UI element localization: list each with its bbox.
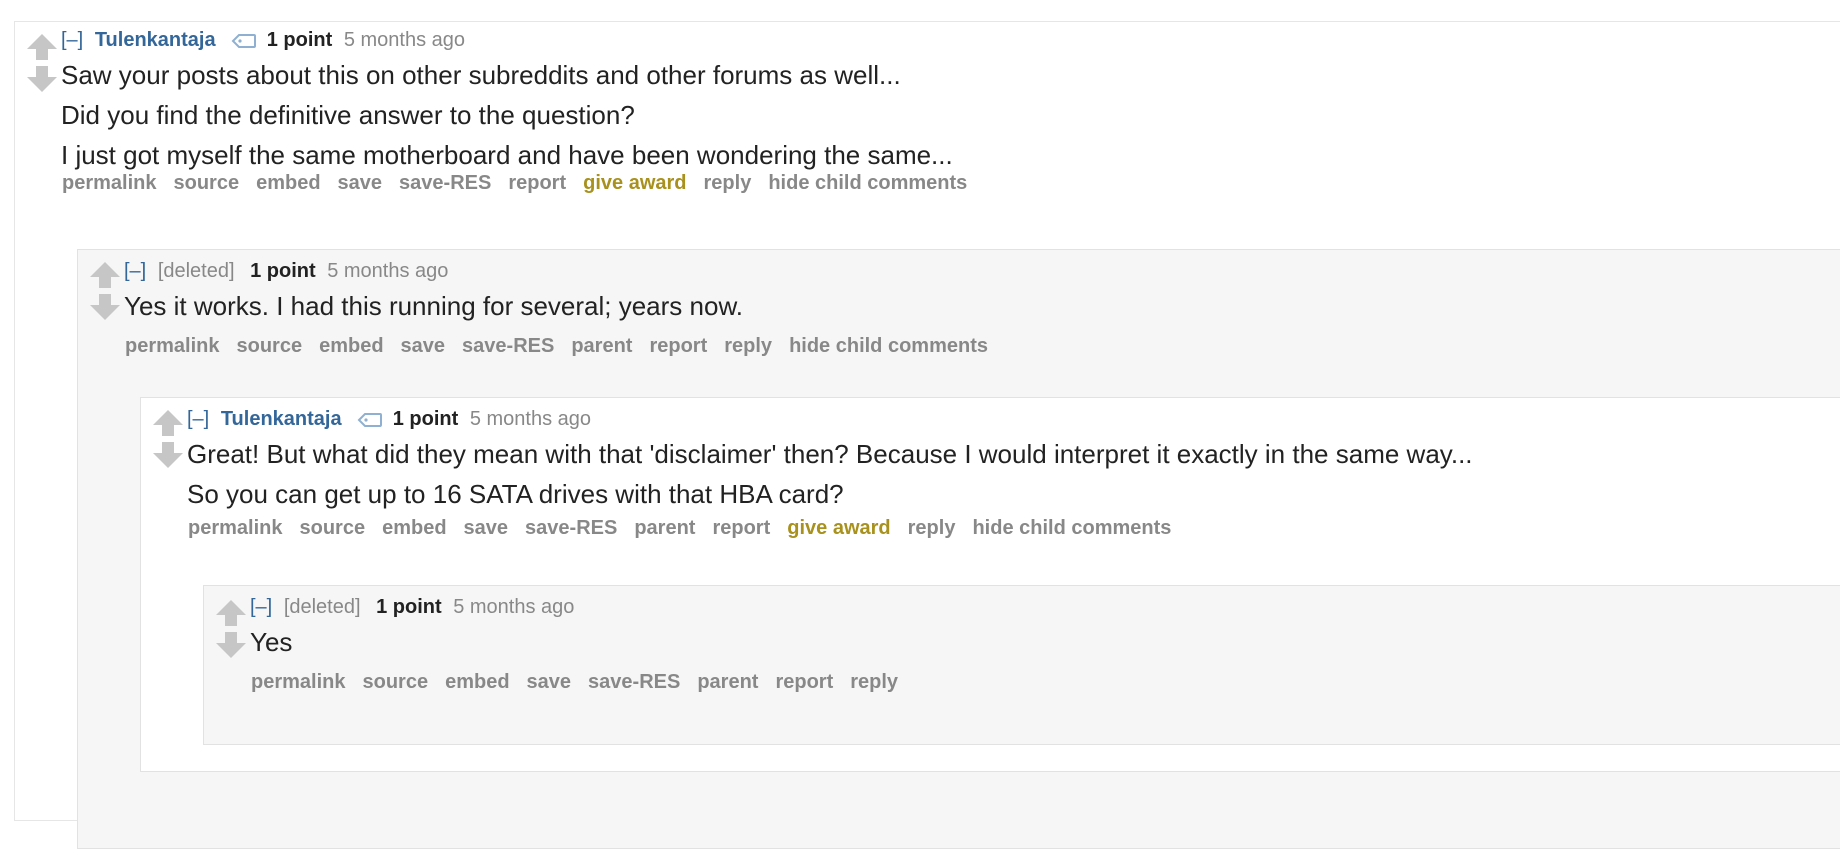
hide-child-comments-link[interactable]: hide child comments [789,335,988,357]
body-line: Did you find the definitive answer to th… [61,100,635,130]
body-line: Saw your posts about this on other subre… [61,60,901,90]
body-line: So you can get up to 16 SATA drives with… [187,479,844,509]
body-line: Yes it works. I had this running for sev… [124,291,744,321]
downvote-arrow-icon[interactable] [88,292,122,322]
comment-body: Yes [250,622,292,662]
parent-link[interactable]: parent [634,517,695,539]
comment-body: Great! But what did they mean with that … [187,434,1473,514]
score: 1 point [376,596,442,618]
permalink-link[interactable]: permalink [251,671,345,693]
comment-tagline: [–] Tulenkantaja 1 point 5 months ago [61,28,465,52]
author-link[interactable]: Tulenkantaja [95,29,216,51]
comment-2: [–] [deleted] 1 point 5 months ago Yes i… [77,249,1840,849]
collapse-toggle[interactable]: [–] [250,596,272,618]
comment-4: [–] [deleted] 1 point 5 months ago Yes p… [203,585,1840,745]
save-link[interactable]: save [401,335,446,357]
permalink-link[interactable]: permalink [125,335,219,357]
timestamp: 5 months ago [343,29,466,51]
score: 1 point [266,29,333,51]
permalink-link[interactable]: permalink [188,517,282,539]
embed-link[interactable]: embed [256,172,320,194]
author-deleted: [deleted] [283,596,361,618]
upvote-arrow-icon[interactable] [151,408,185,438]
comment-body: Yes it works. I had this running for sev… [124,286,743,326]
save-res-link[interactable]: save-RES [588,671,680,693]
score: 1 point [392,408,459,430]
downvote-arrow-icon[interactable] [151,440,185,470]
comment-actions: permalink source embed save save-RES parent re… [188,516,1188,540]
tag-icon[interactable] [357,411,383,429]
comment-body: Saw your posts about this on other subre… [61,55,953,175]
score: 1 point [250,260,316,282]
comment-tagline: [–] Tulenkantaja 1 point 5 months ago [187,407,591,431]
collapse-toggle[interactable]: [–] [187,408,209,430]
permalink-link[interactable]: permalink [62,172,156,194]
hide-child-comments-link[interactable]: hide child comments [972,517,1171,539]
comment-actions: permalink source embed save save-RES parent re… [125,334,1005,358]
save-res-link[interactable]: save-RES [525,517,617,539]
source-link[interactable]: source [173,172,239,194]
give-award-link[interactable]: give award [787,517,890,539]
embed-link[interactable]: embed [445,671,509,693]
comment-tagline: [–] [deleted] 1 point 5 months ago [250,595,574,619]
body-line: I just got myself the same motherboard a… [61,140,953,170]
reply-link[interactable]: reply [724,335,772,357]
report-link[interactable]: report [775,671,833,693]
upvote-arrow-icon[interactable] [214,598,248,628]
comment-thread: [–] Tulenkantaja 1 point 5 months ago Sa… [14,21,1840,849]
comment-tagline: [–] [deleted] 1 point 5 months ago [124,259,448,283]
timestamp: 5 months ago [327,260,449,282]
source-link[interactable]: source [236,335,302,357]
save-res-link[interactable]: save-RES [399,172,491,194]
downvote-arrow-icon[interactable] [214,630,248,660]
comment-actions: permalink source embed save save-RES report gi… [62,171,984,195]
timestamp: 5 months ago [469,408,592,430]
hide-child-comments-link[interactable]: hide child comments [768,172,967,194]
save-res-link[interactable]: save-RES [462,335,554,357]
embed-link[interactable]: embed [319,335,383,357]
tag-icon[interactable] [231,32,257,50]
report-link[interactable]: report [712,517,770,539]
collapse-toggle[interactable]: [–] [124,260,146,282]
vote-controls [151,408,185,478]
source-link[interactable]: source [362,671,428,693]
vote-controls [25,32,59,102]
report-link[interactable]: report [649,335,707,357]
upvote-arrow-icon[interactable] [25,32,59,62]
reply-link[interactable]: reply [850,671,898,693]
embed-link[interactable]: embed [382,517,446,539]
body-line: Yes [250,627,293,657]
downvote-arrow-icon[interactable] [25,64,59,94]
parent-link[interactable]: parent [571,335,632,357]
save-link[interactable]: save [527,671,572,693]
upvote-arrow-icon[interactable] [88,260,122,290]
body-line: Great! But what did they mean with that … [187,439,1473,469]
author-link[interactable]: Tulenkantaja [221,408,342,430]
parent-link[interactable]: parent [697,671,758,693]
timestamp: 5 months ago [453,596,575,618]
save-link[interactable]: save [464,517,509,539]
save-link[interactable]: save [338,172,383,194]
vote-controls [214,598,248,668]
comment-3: [–] Tulenkantaja 1 point 5 months ago Gr… [140,397,1840,772]
give-award-link[interactable]: give award [583,172,686,194]
reply-link[interactable]: reply [704,172,752,194]
source-link[interactable]: source [299,517,365,539]
reply-link[interactable]: reply [908,517,956,539]
author-deleted: [deleted] [157,260,235,282]
report-link[interactable]: report [508,172,566,194]
vote-controls [88,260,122,330]
collapse-toggle[interactable]: [–] [61,29,83,51]
comment-actions: permalink source embed save save-RES parent re… [251,670,915,694]
